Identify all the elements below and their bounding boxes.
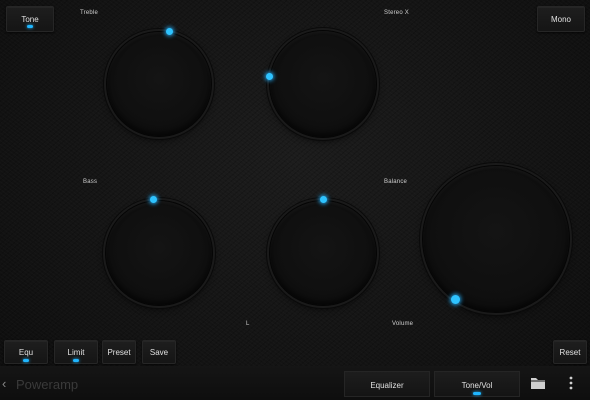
tone-button-label: Tone <box>21 15 39 24</box>
balance-label: Balance <box>384 179 408 185</box>
reset-button-label: Reset <box>559 348 581 357</box>
tone-led-indicator <box>27 25 33 28</box>
treble-knob[interactable] <box>107 32 211 136</box>
app-title: Poweramp <box>16 377 79 392</box>
limit-button-label: Limit <box>67 348 85 357</box>
save-button-label: Save <box>149 348 169 357</box>
mono-toggle-button[interactable]: Mono <box>537 6 585 32</box>
bass-knob-indicator <box>150 196 157 203</box>
balance-knob-indicator <box>320 196 327 203</box>
mono-button-label: Mono <box>550 15 571 24</box>
treble-knob-indicator <box>166 28 173 35</box>
bass-knob[interactable] <box>106 201 212 305</box>
overflow-menu-icon[interactable] <box>568 376 574 390</box>
active-tab-indicator <box>473 392 481 395</box>
stereo-x-label: Stereo X <box>384 10 409 16</box>
volume-knob-indicator <box>451 295 460 304</box>
bass-label: Bass <box>83 179 98 185</box>
preset-button-label: Preset <box>107 348 131 357</box>
preset-button[interactable]: Preset <box>102 340 136 364</box>
folder-icon[interactable] <box>530 376 546 390</box>
tab-tone-vol[interactable]: Tone/Vol <box>434 371 520 397</box>
tab-tone-vol-label: Tone/Vol <box>461 381 493 390</box>
reset-button[interactable]: Reset <box>553 340 587 364</box>
limit-toggle-button[interactable]: Limit <box>54 340 98 364</box>
back-chevron-icon[interactable]: ‹ <box>2 376 6 391</box>
balance-knob[interactable] <box>270 201 376 305</box>
equ-toggle-button[interactable]: Equ <box>4 340 48 364</box>
save-button[interactable]: Save <box>142 340 176 364</box>
equ-led-indicator <box>23 359 29 362</box>
volume-knob[interactable] <box>423 166 569 312</box>
tone-toggle-button[interactable]: Tone <box>6 6 54 32</box>
treble-label: Treble <box>80 10 98 16</box>
balance-left-marker: L <box>246 321 250 327</box>
tab-equalizer[interactable]: Equalizer <box>344 371 430 397</box>
volume-label: Volume <box>392 321 414 327</box>
equ-button-label: Equ <box>18 348 34 357</box>
limit-led-indicator <box>73 359 79 362</box>
tab-equalizer-label: Equalizer <box>370 381 404 390</box>
stereo-x-knob[interactable] <box>270 31 376 137</box>
stereo-x-knob-indicator <box>266 73 273 80</box>
